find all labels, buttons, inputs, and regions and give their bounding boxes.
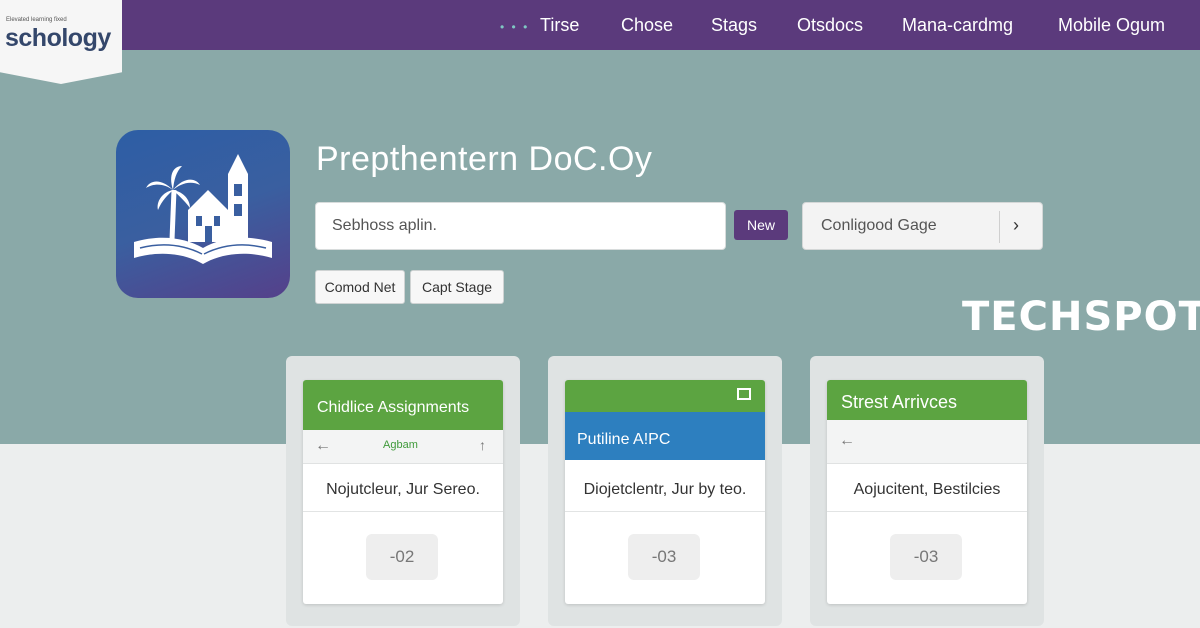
card-header: Chidlice Assignments xyxy=(303,380,503,430)
card-toolbar: ← xyxy=(827,420,1027,464)
nav-item-6[interactable]: Mobile Ogum xyxy=(1058,0,1165,50)
chevron-right-icon[interactable]: › xyxy=(1013,215,1019,236)
search-input[interactable]: Sebhoss aplin. xyxy=(315,202,726,250)
divider xyxy=(999,211,1000,243)
count-badge: -03 xyxy=(890,534,962,580)
card-header: Soutshom xyxy=(565,380,765,431)
nav-item-5[interactable]: Mana-cardmg xyxy=(902,0,1013,50)
chip-button-1[interactable]: Comod Net xyxy=(315,270,405,304)
school-book-app-icon xyxy=(116,130,290,298)
card-blue-header: Putiline A!PC xyxy=(565,412,765,460)
card-body-text: Nojutcleur, Jur Sereo. xyxy=(303,464,503,512)
page-title: Prepthentern DoC.Oy xyxy=(316,140,653,178)
card-container: Soutshom Putiline A!PC Diojetclentr, Jur… xyxy=(548,356,782,626)
more-dots-icon[interactable]: • • • xyxy=(500,20,529,34)
logo-wordmark: schology xyxy=(5,24,111,52)
config-label: Conligood Gage xyxy=(821,217,937,234)
card-container: Strest Arrivces ← Aojucitent, Bestilcies… xyxy=(810,356,1044,626)
count-badge: -03 xyxy=(628,534,700,580)
nav-item-3[interactable]: Stags xyxy=(711,0,757,50)
status-card[interactable]: Soutshom Putiline A!PC Diojetclentr, Jur… xyxy=(565,380,765,604)
card-container: Chidlice Assignments ← Agbam ↑ Nojutcleu… xyxy=(286,356,520,626)
card-toolbar: ← Agbam ↑ xyxy=(303,430,503,464)
card-body-text: Diojetclentr, Jur by teo. xyxy=(565,464,765,512)
new-button[interactable]: New xyxy=(734,210,788,240)
nav-item-1[interactable]: Tirse xyxy=(540,0,579,50)
count-badge: -02 xyxy=(366,534,438,580)
card-body-text: Aojucitent, Bestilcies xyxy=(827,464,1027,512)
logo[interactable]: Elevated learning fixed schology xyxy=(0,0,122,84)
nav-item-2[interactable]: Chose xyxy=(621,0,673,50)
arrow-left-icon[interactable]: ← xyxy=(315,437,331,455)
chip-button-2[interactable]: Capt Stage xyxy=(410,270,504,304)
logo-tagline: Elevated learning fixed xyxy=(6,17,67,23)
top-navigation-bar xyxy=(0,0,1200,50)
config-dropdown[interactable]: Conligood Gage › xyxy=(802,202,1043,250)
arrow-up-icon[interactable]: ↑ xyxy=(479,437,486,453)
window-icon[interactable] xyxy=(737,388,751,400)
arrivals-card[interactable]: Strest Arrivces ← Aojucitent, Bestilcies… xyxy=(827,380,1027,604)
assignment-card[interactable]: Chidlice Assignments ← Agbam ↑ Nojutcleu… xyxy=(303,380,503,604)
arrow-left-icon[interactable]: ← xyxy=(839,432,855,450)
nav-item-4[interactable]: Otsdocs xyxy=(797,0,863,50)
card-sub-label: Agbam xyxy=(383,439,418,451)
watermark: TECHSPOTO xyxy=(962,294,1200,340)
